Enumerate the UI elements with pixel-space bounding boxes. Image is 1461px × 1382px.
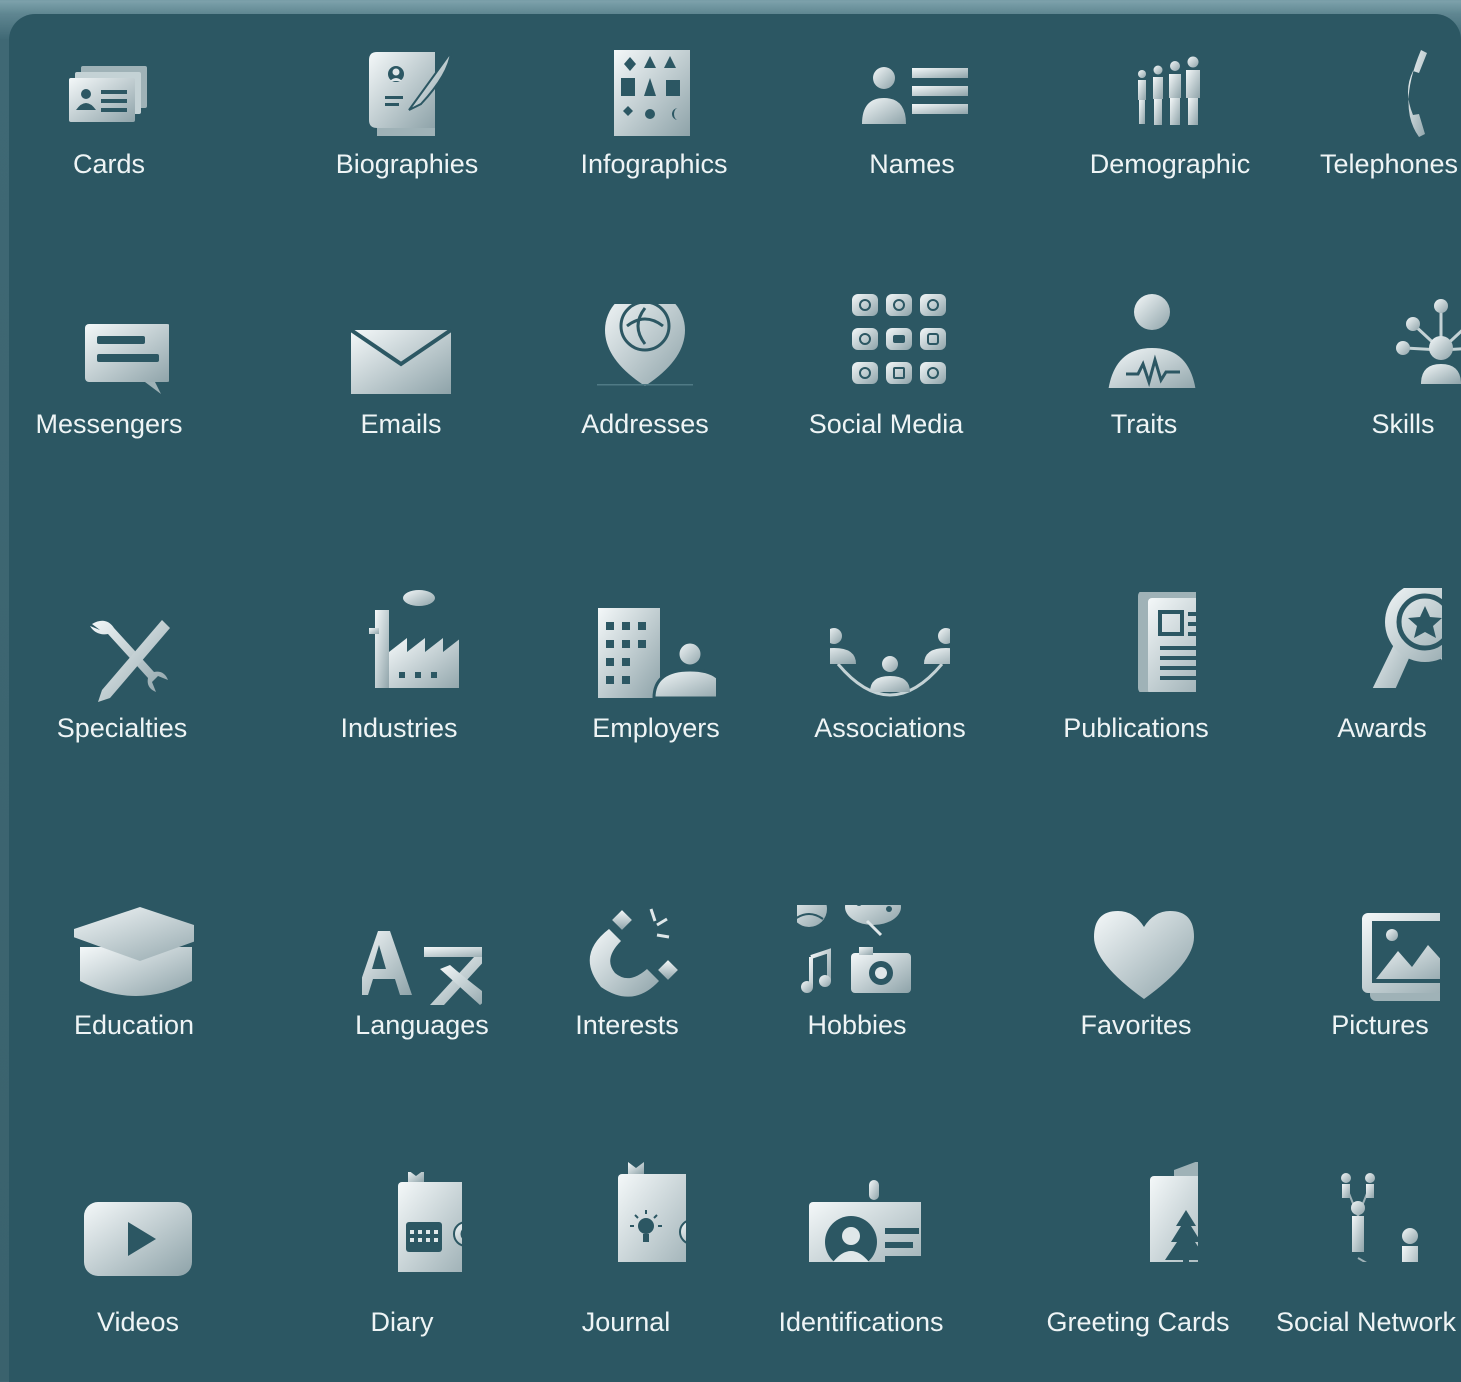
award-ribbon-icon — [1322, 588, 1442, 688]
tile-education[interactable]: Education — [34, 905, 234, 1075]
tile-industries[interactable]: Industries — [299, 590, 499, 778]
tile-favorites[interactable]: Favorites — [1036, 905, 1236, 1075]
tile-label: Employers — [592, 713, 720, 743]
tile-label: Identifications — [778, 1307, 944, 1337]
tile-label: Emails — [360, 409, 442, 439]
tile-publications[interactable]: Publications — [1036, 592, 1236, 778]
id-badge-icon — [801, 1162, 921, 1262]
tile-label: Hobbies — [807, 1010, 907, 1040]
tile-label: Specialties — [56, 713, 188, 743]
tile-biographies[interactable]: Biographies — [307, 44, 507, 214]
social-media-icon — [826, 288, 946, 388]
tile-label: Social Network — [1275, 1307, 1457, 1337]
tile-emails[interactable]: Emails — [301, 304, 501, 474]
tile-demographic[interactable]: Demographic — [1070, 44, 1270, 214]
infographics-icon — [594, 44, 714, 144]
heart-icon — [1076, 905, 1196, 1005]
newspaper-icon — [1076, 592, 1196, 692]
tile-label: Traits — [1110, 409, 1178, 439]
greeting-card-icon — [1078, 1162, 1198, 1262]
employers-icon — [596, 608, 716, 708]
skills-icon — [1343, 288, 1461, 388]
tile-label: Awards — [1337, 713, 1427, 743]
tile-greeting-cards[interactable]: Greeting Cards — [1038, 1162, 1238, 1372]
tile-messengers[interactable]: Messengers — [9, 304, 209, 474]
pictures-icon — [1320, 905, 1440, 1005]
tile-specialties[interactable]: Specialties — [22, 608, 222, 778]
tile-label: Publications — [1063, 713, 1209, 743]
tile-label: Diary — [370, 1307, 434, 1337]
journal-icon — [566, 1162, 686, 1262]
tile-addresses[interactable]: Addresses — [545, 304, 745, 474]
tile-awards[interactable]: Awards — [1282, 588, 1461, 778]
tile-label: Education — [73, 1010, 195, 1040]
tile-employers[interactable]: Employers — [556, 608, 756, 778]
tile-label: Social Media — [808, 409, 964, 439]
email-icon — [341, 304, 461, 404]
tile-label: Associations — [814, 713, 966, 743]
tile-videos[interactable]: Videos — [38, 1202, 238, 1372]
tile-label: Demographic — [1089, 149, 1251, 179]
tile-label: Cards — [72, 149, 146, 179]
languages-icon — [362, 905, 482, 1005]
tile-pictures[interactable]: Pictures — [1280, 905, 1461, 1075]
address-pin-icon — [585, 304, 705, 404]
tile-label: Videos — [96, 1307, 180, 1337]
graduation-cap-icon — [74, 905, 194, 1005]
associations-icon — [830, 608, 950, 708]
social-network-icon — [1306, 1162, 1426, 1262]
demographic-icon — [1110, 44, 1230, 144]
tile-telephones[interactable]: Telephones — [1289, 44, 1461, 214]
tile-journal[interactable]: Journal — [526, 1162, 726, 1372]
tile-label: Names — [869, 149, 955, 179]
tile-interests[interactable]: Interests — [527, 905, 727, 1075]
tile-label: Biographies — [335, 149, 479, 179]
tile-diary[interactable]: Diary — [302, 1172, 502, 1372]
category-grid-panel: Cards Biographies Infographics Names Dem… — [9, 14, 1461, 1382]
names-icon — [852, 44, 972, 144]
tile-label: Industries — [340, 713, 458, 743]
tile-label: Interests — [575, 1010, 679, 1040]
tile-label: Favorites — [1080, 1010, 1192, 1040]
play-video-icon — [78, 1192, 198, 1292]
tile-social-media[interactable]: Social Media — [786, 294, 986, 474]
tile-names[interactable]: Names — [812, 44, 1012, 214]
tile-label: Journal — [581, 1307, 671, 1337]
tile-languages[interactable]: Languages — [322, 905, 522, 1075]
tile-label: Languages — [355, 1010, 489, 1040]
tile-hobbies[interactable]: Hobbies — [757, 905, 957, 1075]
cards-icon — [49, 44, 169, 144]
messengers-icon — [49, 304, 169, 404]
biographies-icon — [347, 44, 467, 144]
tile-infographics[interactable]: Infographics — [554, 44, 754, 214]
telephone-icon — [1329, 44, 1449, 144]
tile-label: Telephones — [1319, 149, 1459, 179]
specialties-icon — [62, 608, 182, 708]
tile-skills[interactable]: Skills — [1303, 299, 1461, 474]
diary-icon — [342, 1172, 462, 1272]
tile-label: Addresses — [581, 409, 709, 439]
tile-identifications[interactable]: Identifications — [761, 1180, 961, 1372]
tile-label: Skills — [1371, 409, 1435, 439]
tile-label: Messengers — [35, 409, 183, 439]
tile-social-network[interactable]: Social Network — [1266, 1173, 1461, 1372]
tile-cards[interactable]: Cards — [9, 44, 209, 214]
traits-icon — [1084, 288, 1204, 388]
tile-associations[interactable]: Associations — [790, 608, 990, 778]
tile-label: Infographics — [580, 149, 728, 179]
tile-traits[interactable]: Traits — [1044, 294, 1244, 474]
magnet-icon — [567, 905, 687, 1005]
tile-label: Pictures — [1331, 1010, 1429, 1040]
tile-label: Greeting Cards — [1046, 1307, 1230, 1337]
factory-icon — [339, 588, 459, 688]
hobbies-icon — [797, 905, 917, 1005]
